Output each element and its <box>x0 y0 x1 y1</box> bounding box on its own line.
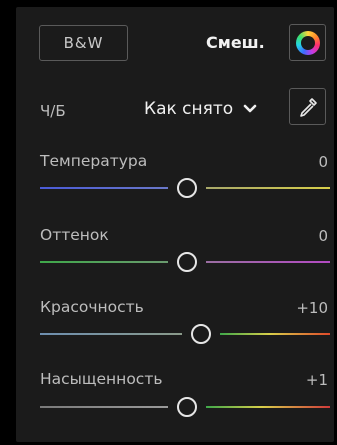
vibrance-track-left <box>40 333 182 335</box>
temperature-track-left <box>40 187 168 189</box>
color-wheel-icon <box>295 30 320 55</box>
eyedropper-icon <box>299 97 317 117</box>
tint-label: Оттенок <box>40 226 109 244</box>
tint-thumb[interactable] <box>177 252 197 272</box>
temperature-label: Температура <box>40 152 148 170</box>
vibrance-value[interactable]: +10 <box>296 299 328 317</box>
mix-label[interactable]: Смеш. <box>206 33 265 52</box>
saturation-track-right <box>206 406 330 408</box>
profile-dropdown[interactable]: Как снято <box>144 99 257 119</box>
temperature-slider[interactable] <box>40 178 330 198</box>
chevron-down-icon <box>243 104 257 113</box>
white-balance-picker-button[interactable] <box>289 88 326 125</box>
saturation-label: Насыщенность <box>40 370 163 388</box>
treatment-label: Ч/Б <box>40 102 66 120</box>
tint-value[interactable]: 0 <box>318 227 328 245</box>
color-mixer-button[interactable] <box>289 24 326 61</box>
temperature-value[interactable]: 0 <box>318 153 328 171</box>
bw-button[interactable]: B&W <box>39 25 128 61</box>
tint-slider[interactable] <box>40 252 330 272</box>
vibrance-label: Красочность <box>40 298 144 316</box>
tint-track-left <box>40 261 168 263</box>
edit-color-panel: B&W Смеш. Ч/Б Как снято Температура 0 От… <box>16 7 334 442</box>
temperature-thumb[interactable] <box>177 178 197 198</box>
vibrance-track-right <box>220 333 330 335</box>
vibrance-thumb[interactable] <box>191 324 211 344</box>
temperature-track-right <box>206 187 330 189</box>
saturation-thumb[interactable] <box>177 397 197 417</box>
tint-track-right <box>206 261 330 263</box>
profile-value: Как снято <box>144 99 234 119</box>
saturation-track-left <box>40 406 168 408</box>
saturation-slider[interactable] <box>40 397 330 417</box>
vibrance-slider[interactable] <box>40 324 330 344</box>
saturation-value[interactable]: +1 <box>306 371 328 389</box>
